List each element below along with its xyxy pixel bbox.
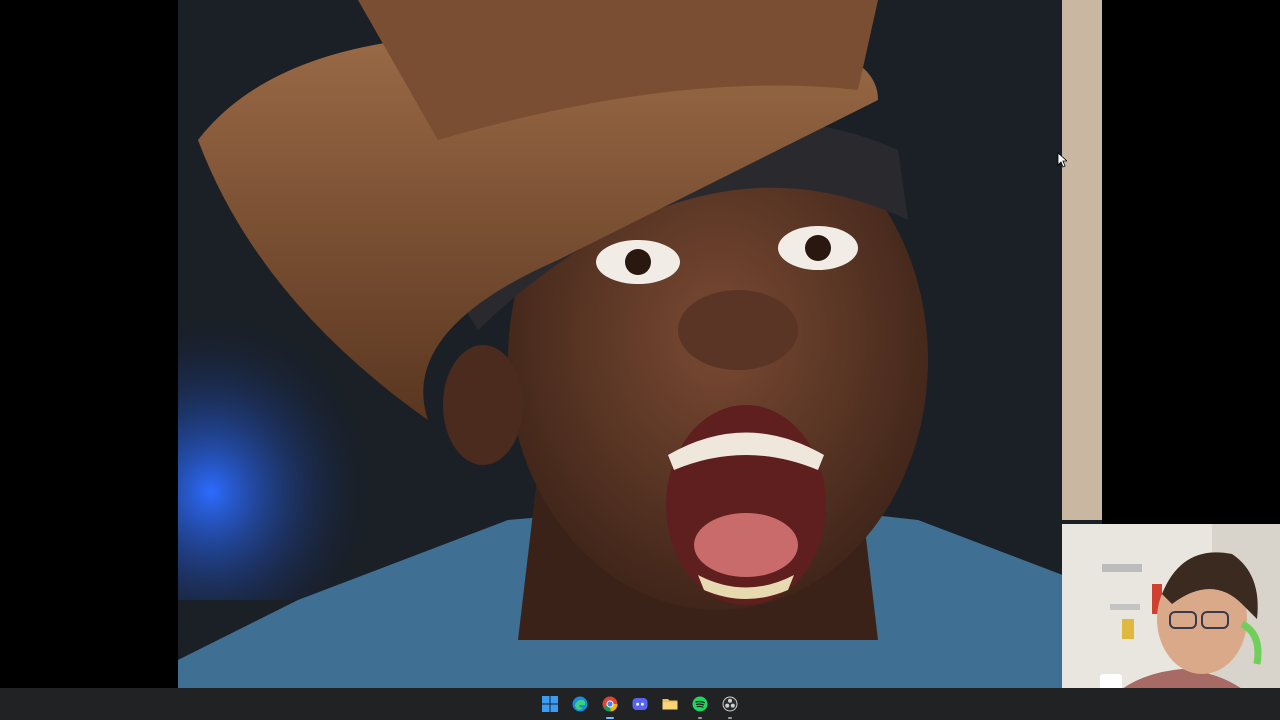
taskbar-spotify-button[interactable] — [689, 693, 711, 719]
edge-icon — [572, 696, 588, 712]
photo-viewer-image — [178, 0, 1102, 688]
desktop-screen — [0, 0, 1280, 720]
chrome-icon — [602, 696, 618, 712]
spotify-icon — [692, 696, 708, 712]
mouse-cursor-icon — [1057, 152, 1069, 172]
photo-illustration — [178, 0, 1102, 688]
windows-taskbar — [0, 688, 1280, 720]
taskbar-discord-button[interactable] — [629, 693, 651, 715]
start-button[interactable] — [539, 693, 561, 715]
taskbar-edge-button[interactable] — [569, 693, 591, 715]
folder-icon — [662, 699, 678, 710]
taskbar-chrome-button[interactable] — [599, 693, 621, 719]
taskbar-file-explorer-button[interactable] — [659, 693, 681, 715]
taskbar-icons — [539, 693, 741, 719]
windows-icon — [542, 696, 558, 712]
discord-icon — [632, 698, 648, 710]
obs-icon — [722, 696, 738, 712]
taskbar-obs-button[interactable] — [719, 693, 741, 719]
